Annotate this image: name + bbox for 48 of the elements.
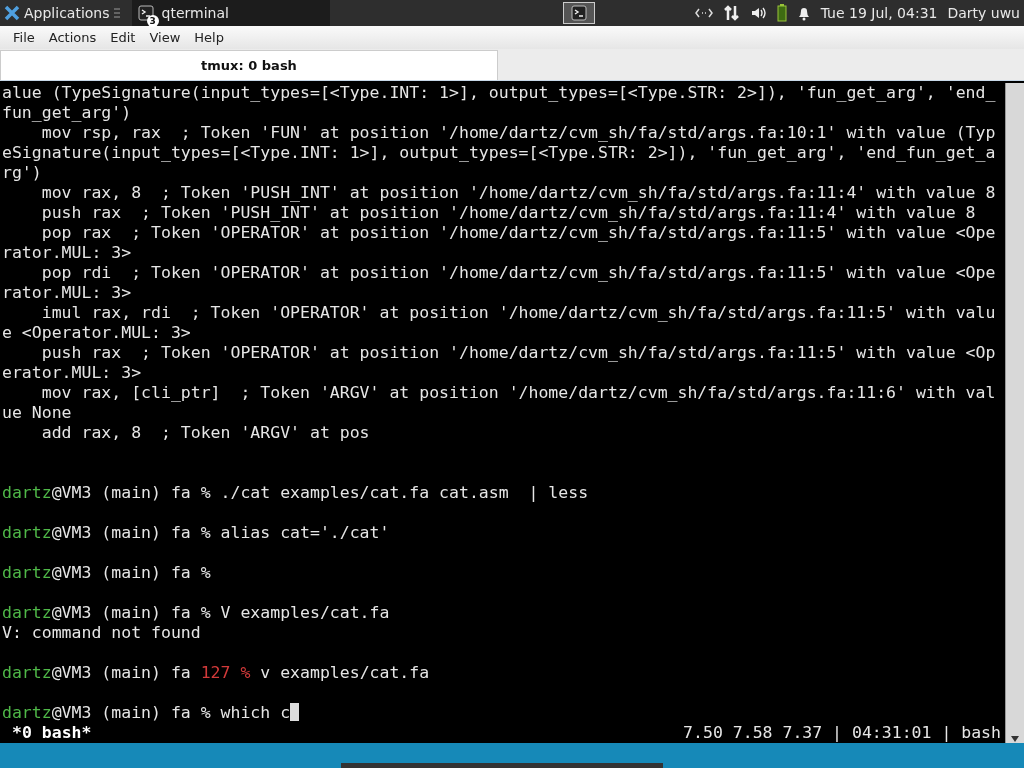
task-button[interactable]: 3 qterminal	[131, 0, 330, 26]
menu-item[interactable]: View	[142, 28, 188, 48]
menu-icon	[113, 7, 120, 19]
scrollbar[interactable]	[1005, 83, 1024, 743]
terminal-line: push rax ; Token 'PUSH_INT' at position '/home/dartz/cvm_sh/fa/std/args.fa:11:4' with value 8	[40, 203, 976, 222]
menu-item[interactable]: Edit	[103, 28, 143, 48]
menu-item[interactable]: Help	[187, 28, 231, 48]
terminal-line: ue None	[2, 403, 72, 422]
user-name[interactable]: Darty uwu	[947, 5, 1020, 21]
terminal-line: alue (TypeSignature(input_types=[<Type.INT: 1>], output_types=[<Type.STR: 2>]), 'fun_get_arg', 'end_	[2, 83, 996, 102]
menu-item[interactable]: Actions	[41, 28, 104, 48]
tmux-window-label: *0 bash*	[11, 723, 92, 743]
tmux-status-info: 7.50 7.58 7.37 | 04:31:01 | bash	[683, 723, 1002, 743]
terminal-line: rg')	[2, 163, 42, 182]
terminal-line: eSignature(input_types=[<Type.INT: 1>], output_types=[<Type.STR: 2>]), 'fun_get_arg', 'end_fun_get_a	[2, 143, 996, 162]
terminal-line: pop rdi ; Token 'OPERATOR' at position '/home/dartz/cvm_sh/fa/std/args.fa:11:5' with value <Ope	[40, 263, 996, 282]
workspace-button[interactable]	[562, 2, 595, 24]
terminal-line: mov rax, 8 ; Token 'PUSH_INT' at position '/home/dartz/cvm_sh/fa/std/args.fa:11:4' with value 8	[40, 183, 996, 202]
terminal-line: dartz@VM3 (main) fa %	[2, 563, 211, 582]
terminal-line: mov rax, [cli_ptr] ; Token 'ARGV' at position '/home/dartz/cvm_sh/fa/std/args.fa:11:6' with val	[40, 383, 996, 402]
terminal-line: add rax, 8 ; Token 'ARGV' at pos	[40, 423, 370, 442]
battery-icon	[776, 4, 787, 22]
terminal-line: mov rsp, rax ; Token 'FUN' at position '/home/dartz/cvm_sh/fa/std/args.fa:10:1' with value (Typ	[40, 123, 996, 142]
applications-menu[interactable]: Applications	[0, 0, 124, 26]
terminal-line: pop rax ; Token 'OPERATOR' at position '/home/dartz/cvm_sh/fa/std/args.fa:11:5' with value <Ope	[40, 223, 996, 242]
terminal-line: e <Operator.MUL: 3>	[2, 323, 191, 342]
terminal-line: rator.MUL: 3>	[2, 243, 132, 262]
volume-icon	[750, 6, 767, 20]
terminal-line: V: command not found	[2, 623, 201, 642]
terminal-line: dartz@VM3 (main) fa % which c	[2, 703, 300, 722]
transfer-icon	[722, 4, 741, 22]
terminal-line: dartz@VM3 (main) fa % V examples/cat.fa	[2, 603, 390, 622]
terminal-line: dartz@VM3 (main) fa 127 % v examples/cat.fa	[2, 663, 430, 682]
down-arrow-icon	[1010, 735, 1020, 743]
tab[interactable]: tmux: 0 bash	[0, 50, 498, 80]
terminal-line: dartz@VM3 (main) fa % ./cat examples/cat.fa cat.asm | less	[2, 483, 589, 502]
terminal-line: push rax ; Token 'OPERATOR' at position '/home/dartz/cvm_sh/fa/std/args.fa:11:5' with value <Op	[40, 343, 996, 362]
terminal-line: imul rax, rdi ; Token 'OPERATOR' at position '/home/dartz/cvm_sh/fa/std/args.fa:11:5' with valu	[40, 303, 996, 322]
terminal-line: erator.MUL: 3>	[2, 363, 142, 382]
terminal-line: rator.MUL: 3>	[2, 283, 132, 302]
clock[interactable]: Tue 19 Jul, 04:31	[820, 5, 938, 21]
bell-icon	[796, 5, 811, 21]
network-icon	[694, 7, 713, 19]
menu-item[interactable]: File	[6, 28, 42, 48]
x-logo-icon	[4, 5, 20, 21]
terminal-line: fun_get_arg')	[2, 103, 132, 122]
terminal-icon	[570, 5, 587, 21]
terminal-line: dartz@VM3 (main) fa % alias cat='./cat'	[2, 523, 390, 542]
